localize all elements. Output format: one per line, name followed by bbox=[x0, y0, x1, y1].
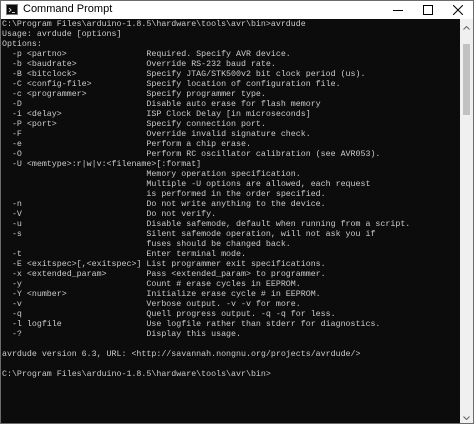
console-line: C:\Program Files\arduino-1.8.5\hardware\… bbox=[2, 370, 271, 379]
title-bar[interactable]: Command Prompt bbox=[1, 1, 473, 19]
console-line: -Y <number> Initialize erase cycle # in … bbox=[2, 290, 321, 299]
console-line: -V Do not verify. bbox=[2, 210, 217, 219]
maximize-button[interactable] bbox=[413, 1, 443, 19]
console-line: -t Enter terminal mode. bbox=[2, 250, 246, 259]
console-line: avrdude version 6.3, URL: <http://savann… bbox=[2, 350, 361, 359]
console-line: -p <partno> Required. Specify AVR device… bbox=[2, 50, 291, 59]
scroll-down-button[interactable] bbox=[460, 409, 473, 423]
console-line: -b <baudrate> Override RS-232 baud rate. bbox=[2, 60, 276, 69]
scroll-down-arrow-icon bbox=[463, 407, 470, 425]
console-line: -C <config-file> Specify location of con… bbox=[2, 80, 341, 89]
console-line: -? Display this usage. bbox=[2, 330, 241, 339]
console-line: -s Silent safemode operation, will not a… bbox=[2, 230, 376, 239]
console-line: -e Perform a chip erase. bbox=[2, 140, 251, 149]
scrollbar-track[interactable] bbox=[460, 33, 473, 409]
console-line: -i <delay> ISP Clock Delay [in microseco… bbox=[2, 110, 311, 119]
console-line: -n Do not write anything to the device. bbox=[2, 200, 326, 209]
console-line: -c <programmer> Specify programmer type. bbox=[2, 90, 266, 99]
console-line: -q Quell progress output. -q -q for less… bbox=[2, 310, 336, 319]
console-line: -u Disable safemode, default when runnin… bbox=[2, 220, 411, 229]
console-line: -P <port> Specify connection port. bbox=[2, 120, 266, 129]
close-icon bbox=[453, 5, 463, 15]
console-line: -y Count # erase cycles in EEPROM. bbox=[2, 280, 301, 289]
scroll-up-button[interactable] bbox=[460, 19, 473, 33]
console-line: -x <extended_param> Pass <extended_param… bbox=[2, 270, 326, 279]
console-line: -l logfile Use logfile rather than stder… bbox=[2, 320, 381, 329]
console-line: -O Perform RC oscillator calibration (se… bbox=[2, 150, 381, 159]
console-line: C:\Program Files\arduino-1.8.5\hardware\… bbox=[2, 20, 306, 29]
console-line: -F Override invalid signature check. bbox=[2, 130, 311, 139]
command-prompt-icon[interactable] bbox=[6, 4, 18, 15]
console-line: Multiple -U options are allowed, each re… bbox=[2, 180, 371, 189]
vertical-scrollbar[interactable] bbox=[460, 19, 473, 423]
maximize-icon bbox=[423, 5, 433, 15]
console-line: Options: bbox=[2, 40, 42, 49]
console-line: -U <memtype>:r|w|v:<filename>[:format] bbox=[2, 160, 202, 169]
console-line: Memory operation specification. bbox=[2, 170, 301, 179]
command-prompt-window: Command Prompt C:\Program Files\arduino-… bbox=[0, 0, 474, 424]
window-title: Command Prompt bbox=[23, 3, 113, 15]
minimize-icon bbox=[393, 5, 403, 15]
console-line: -D Disable auto erase for flash memory bbox=[2, 100, 321, 109]
minimize-button[interactable] bbox=[383, 1, 413, 19]
console-line: -B <bitclock> Specify JTAG/STK500v2 bit … bbox=[2, 70, 366, 79]
console-output[interactable]: C:\Program Files\arduino-1.8.5\hardware\… bbox=[1, 19, 460, 423]
scrollbar-thumb[interactable] bbox=[463, 44, 470, 115]
console-line: fuses should be changed back. bbox=[2, 240, 291, 249]
console-line: -E <exitspec>[,<exitspec>] List programm… bbox=[2, 260, 326, 269]
console-line: Usage: avrdude [options] bbox=[2, 30, 122, 39]
console-line: -v Verbose output. -v -v for more. bbox=[2, 300, 301, 309]
console-line: is performed in the order specified. bbox=[2, 190, 326, 199]
